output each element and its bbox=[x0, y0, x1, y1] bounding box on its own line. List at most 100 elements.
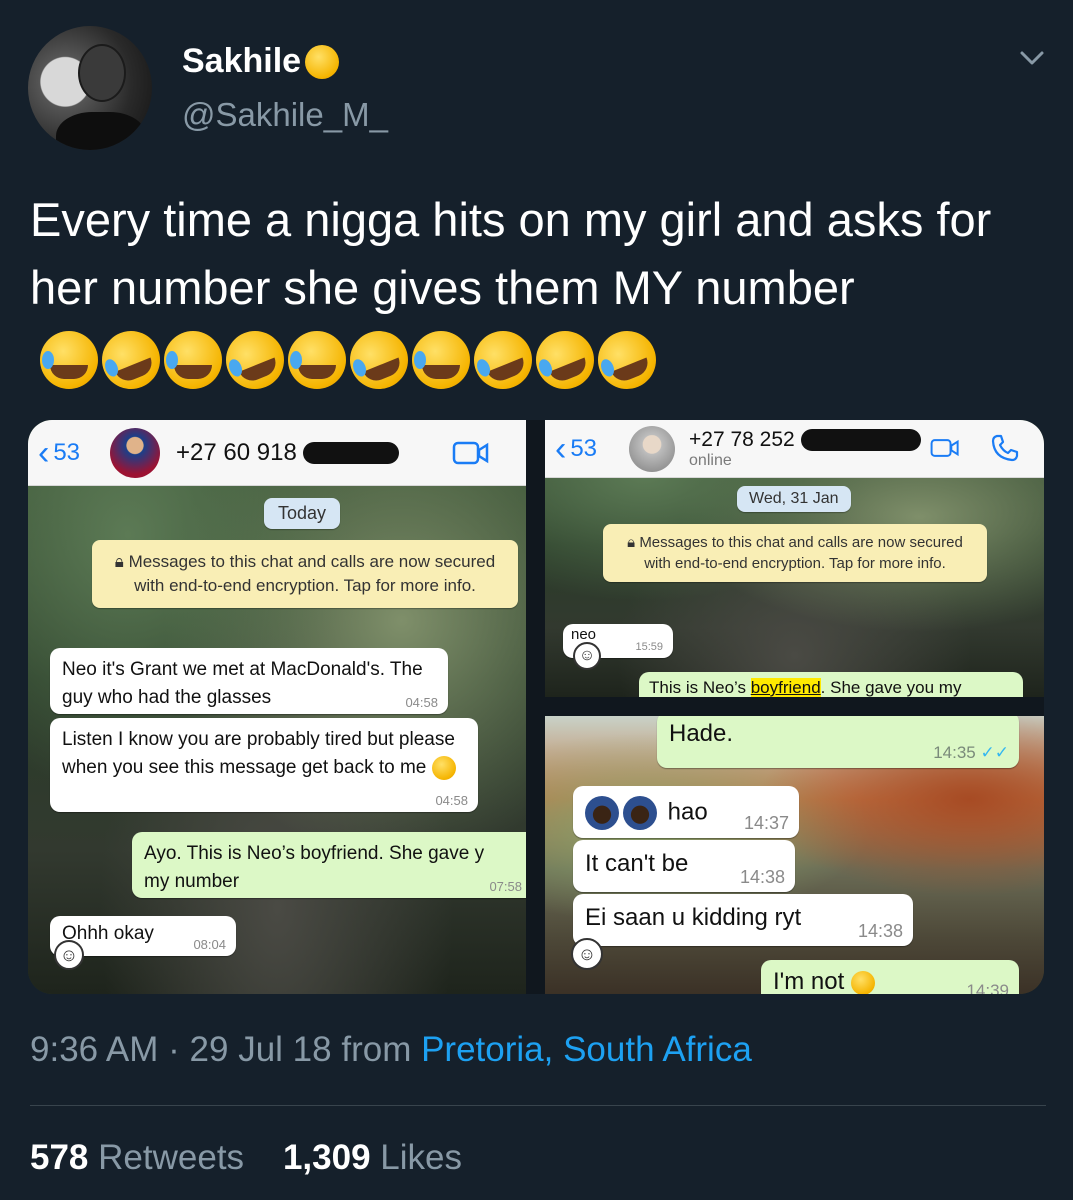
chevron-left-icon: ‹ bbox=[38, 433, 50, 472]
contact-status: online bbox=[689, 451, 732, 469]
profile-avatar[interactable] bbox=[28, 26, 152, 150]
message-bubble[interactable]: Ayo. This is Neo’s boyfriend. She gave y… bbox=[132, 832, 526, 898]
person-emoji-icon bbox=[623, 796, 657, 830]
video-call-icon[interactable] bbox=[452, 440, 490, 466]
message-text: Ei saan u kidding ryt bbox=[585, 904, 802, 931]
message-time: 15:59 bbox=[635, 641, 663, 653]
tears-of-joy-icon bbox=[40, 330, 98, 389]
hushed-face-icon bbox=[431, 755, 456, 780]
encryption-notice[interactable]: 🔒︎ Messages to this chat and calls are n… bbox=[603, 524, 987, 582]
smirking-face-icon bbox=[305, 44, 340, 79]
video-call-icon[interactable] bbox=[930, 436, 960, 460]
avatar-face bbox=[78, 44, 126, 102]
laughing-emoji-row bbox=[40, 321, 665, 398]
screenshot-chat-left[interactable]: ‹ 53 +27 60 918 Today 🔒︎ Messages to thi… bbox=[28, 420, 526, 994]
lock-icon: 🔒︎ bbox=[627, 534, 640, 551]
rofl-icon bbox=[465, 321, 541, 398]
user-handle[interactable]: @Sakhile_M_ bbox=[182, 96, 388, 134]
message-text: Ayo. This is Neo’s boyfriend. She gave y bbox=[144, 843, 485, 864]
date-pill: Today bbox=[264, 498, 341, 529]
contact-avatar[interactable] bbox=[110, 427, 161, 478]
meta-separator: · bbox=[168, 1030, 180, 1069]
chevron-down-icon[interactable] bbox=[1018, 44, 1046, 72]
tweet-media[interactable]: ‹ 53 +27 60 918 Today 🔒︎ Messages to thi… bbox=[28, 420, 1044, 994]
location-link[interactable]: Pretoria, South Africa bbox=[421, 1030, 752, 1069]
avatar-shirt bbox=[56, 112, 146, 150]
message-time: 14:37 bbox=[743, 813, 789, 833]
tweet-date[interactable]: 29 Jul 18 bbox=[190, 1030, 332, 1069]
tweet-time[interactable]: 9:36 AM bbox=[30, 1030, 158, 1069]
message-text: I'm not bbox=[773, 968, 845, 994]
rofl-icon bbox=[341, 321, 417, 398]
rofl-icon bbox=[217, 321, 293, 398]
message-text: . She gave you my bbox=[820, 678, 962, 697]
back-button[interactable]: ‹ 53 bbox=[555, 429, 598, 468]
chat-header: ‹ 53 +27 60 918 bbox=[28, 420, 526, 486]
rofl-icon bbox=[589, 321, 665, 398]
tears-of-joy-icon bbox=[164, 330, 222, 389]
sticker-icon[interactable]: ☺ bbox=[54, 940, 84, 970]
redaction-bar bbox=[302, 441, 399, 464]
rofl-icon bbox=[93, 321, 169, 398]
tweet-text: Every time a nigga hits on my girl and a… bbox=[30, 186, 1040, 398]
chevron-left-icon: ‹ bbox=[555, 429, 567, 468]
date-pill: Wed, 31 Jan bbox=[737, 486, 851, 512]
message-bubble[interactable]: hao 14:37 bbox=[573, 786, 799, 838]
retweets-label: Retweets bbox=[98, 1138, 245, 1177]
encryption-notice-text: Messages to this chat and calls are now … bbox=[639, 534, 963, 572]
contact-number-text: +27 60 918 bbox=[176, 438, 297, 466]
tweet-body: Every time a nigga hits on my girl and a… bbox=[30, 193, 992, 314]
likes-stat[interactable]: 1,309 Likes bbox=[283, 1138, 462, 1177]
message-time-wrap: 14:35 ✓✓ bbox=[933, 743, 1010, 762]
retweets-stat[interactable]: 578 Retweets bbox=[30, 1138, 244, 1177]
screenshot-chat-bottom-right[interactable]: Hade. 14:35 ✓✓ hao 14:37 It can't be 14:… bbox=[545, 716, 1044, 994]
message-text: It can't be bbox=[585, 850, 689, 877]
rofl-icon bbox=[527, 321, 603, 398]
message-bubble[interactable]: This is Neo’s boyfriend. She gave you my bbox=[639, 672, 1023, 697]
message-time: 04:58 bbox=[405, 695, 438, 710]
display-name[interactable]: Sakhile bbox=[182, 42, 340, 81]
contact-number: +27 78 252 bbox=[689, 428, 921, 452]
back-count: 53 bbox=[53, 438, 81, 466]
message-text: Hade. bbox=[669, 720, 734, 747]
contact-avatar[interactable] bbox=[629, 425, 676, 472]
message-time: 04:58 bbox=[435, 793, 468, 808]
tears-of-joy-icon bbox=[412, 330, 470, 389]
redaction-bar bbox=[800, 428, 921, 451]
retweets-count: 578 bbox=[30, 1138, 89, 1177]
display-name-text: Sakhile bbox=[182, 42, 302, 80]
sticker-icon[interactable]: ☺ bbox=[573, 642, 601, 670]
message-bubble[interactable]: Neo it's Grant we met at MacDonald's. Th… bbox=[50, 648, 448, 714]
back-button[interactable]: ‹ 53 bbox=[38, 433, 81, 472]
message-bubble[interactable]: Ei saan u kidding ryt 14:38 bbox=[573, 894, 913, 946]
message-bubble[interactable]: Hade. 14:35 ✓✓ bbox=[657, 716, 1019, 768]
tweet-stats: 578 Retweets 1,309 Likes bbox=[30, 1138, 462, 1178]
contact-number: +27 60 918 bbox=[176, 439, 399, 467]
message-text-line2: my number bbox=[144, 871, 240, 892]
divider bbox=[30, 1105, 1046, 1106]
tweet-meta: 9:36 AM · 29 Jul 18 from Pretoria, South… bbox=[30, 1030, 752, 1070]
encryption-notice-text: Messages to this chat and calls are now … bbox=[128, 552, 496, 595]
likes-label: Likes bbox=[380, 1138, 462, 1177]
back-count: 53 bbox=[570, 434, 598, 462]
message-time: 14:39 bbox=[966, 981, 1009, 994]
message-time: 14:38 bbox=[857, 921, 903, 941]
message-bubble[interactable]: Listen I know you are probably tired but… bbox=[50, 718, 478, 812]
screenshot-chat-top-right[interactable]: ‹ 53 +27 78 252 online Wed, 31 Jan 🔒︎ Me… bbox=[545, 420, 1044, 697]
message-time: 14:35 bbox=[933, 743, 976, 762]
message-time: 14:38 bbox=[739, 867, 785, 887]
message-bubble[interactable]: I'm not 14:39 bbox=[761, 960, 1019, 994]
encryption-notice[interactable]: 🔒︎ Messages to this chat and calls are n… bbox=[92, 540, 518, 608]
chat-header: ‹ 53 +27 78 252 online bbox=[545, 420, 1044, 478]
sticker-icon[interactable]: ☺ bbox=[571, 938, 603, 970]
double-check-icon: ✓✓ bbox=[980, 743, 1010, 762]
message-time: 07:58 bbox=[489, 879, 522, 894]
tears-of-joy-icon bbox=[850, 970, 875, 994]
tears-of-joy-icon bbox=[288, 330, 346, 389]
message-bubble[interactable]: It can't be 14:38 bbox=[573, 840, 795, 892]
highlighted-text: boyfriend bbox=[750, 678, 821, 697]
phone-icon[interactable] bbox=[990, 433, 1020, 463]
message-text: Listen I know you are probably tired but… bbox=[62, 729, 455, 778]
person-emoji-icon bbox=[585, 796, 619, 830]
message-text: Neo it's Grant we met at MacDonald's. Th… bbox=[62, 659, 423, 708]
